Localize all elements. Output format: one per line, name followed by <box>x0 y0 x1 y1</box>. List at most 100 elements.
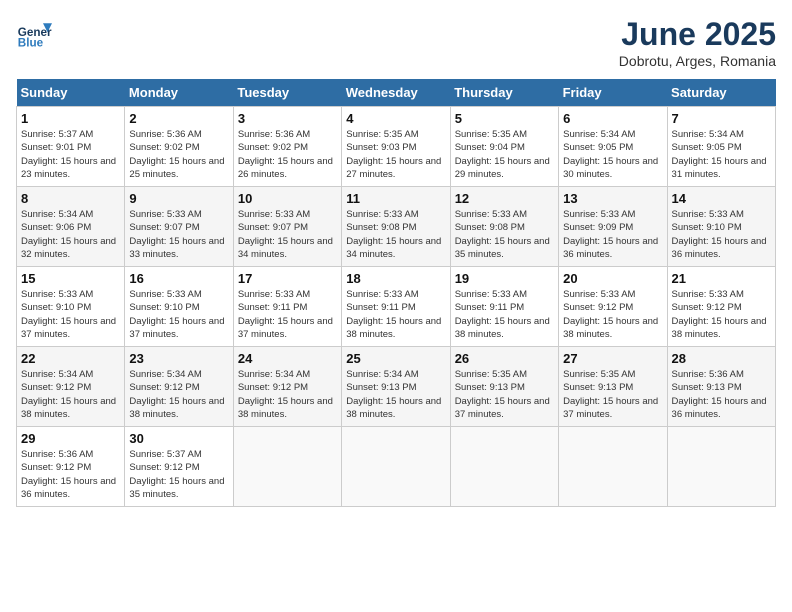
col-sunday: Sunday <box>17 79 125 107</box>
day-info: Sunrise: 5:34 AM Sunset: 9:12 PM Dayligh… <box>238 368 337 421</box>
day-info: Sunrise: 5:33 AM Sunset: 9:07 PM Dayligh… <box>238 208 337 261</box>
calendar-cell: 7 Sunrise: 5:34 AM Sunset: 9:05 PM Dayli… <box>667 107 775 187</box>
day-number: 26 <box>455 351 554 366</box>
calendar-week-row: 1 Sunrise: 5:37 AM Sunset: 9:01 PM Dayli… <box>17 107 776 187</box>
logo: General Blue <box>16 16 52 52</box>
calendar-subtitle: Dobrotu, Arges, Romania <box>619 53 776 69</box>
calendar-week-row: 29 Sunrise: 5:36 AM Sunset: 9:12 PM Dayl… <box>17 427 776 507</box>
day-number: 24 <box>238 351 337 366</box>
day-number: 2 <box>129 111 228 126</box>
calendar-week-row: 8 Sunrise: 5:34 AM Sunset: 9:06 PM Dayli… <box>17 187 776 267</box>
col-wednesday: Wednesday <box>342 79 450 107</box>
svg-text:Blue: Blue <box>18 37 44 50</box>
calendar-cell <box>233 427 341 507</box>
day-number: 12 <box>455 191 554 206</box>
logo-icon: General Blue <box>16 16 52 52</box>
calendar-cell: 28 Sunrise: 5:36 AM Sunset: 9:13 PM Dayl… <box>667 347 775 427</box>
day-info: Sunrise: 5:34 AM Sunset: 9:12 PM Dayligh… <box>129 368 228 421</box>
calendar-week-row: 22 Sunrise: 5:34 AM Sunset: 9:12 PM Dayl… <box>17 347 776 427</box>
day-info: Sunrise: 5:36 AM Sunset: 9:02 PM Dayligh… <box>238 128 337 181</box>
day-number: 15 <box>21 271 120 286</box>
day-info: Sunrise: 5:35 AM Sunset: 9:13 PM Dayligh… <box>563 368 662 421</box>
day-info: Sunrise: 5:33 AM Sunset: 9:09 PM Dayligh… <box>563 208 662 261</box>
day-number: 21 <box>672 271 771 286</box>
day-info: Sunrise: 5:34 AM Sunset: 9:12 PM Dayligh… <box>21 368 120 421</box>
calendar-cell: 3 Sunrise: 5:36 AM Sunset: 9:02 PM Dayli… <box>233 107 341 187</box>
day-info: Sunrise: 5:37 AM Sunset: 9:01 PM Dayligh… <box>21 128 120 181</box>
day-number: 20 <box>563 271 662 286</box>
day-number: 27 <box>563 351 662 366</box>
day-info: Sunrise: 5:33 AM Sunset: 9:10 PM Dayligh… <box>129 288 228 341</box>
calendar-cell: 24 Sunrise: 5:34 AM Sunset: 9:12 PM Dayl… <box>233 347 341 427</box>
day-info: Sunrise: 5:37 AM Sunset: 9:12 PM Dayligh… <box>129 448 228 501</box>
day-number: 11 <box>346 191 445 206</box>
calendar-header-row: Sunday Monday Tuesday Wednesday Thursday… <box>17 79 776 107</box>
calendar-cell: 11 Sunrise: 5:33 AM Sunset: 9:08 PM Dayl… <box>342 187 450 267</box>
calendar-cell: 26 Sunrise: 5:35 AM Sunset: 9:13 PM Dayl… <box>450 347 558 427</box>
col-friday: Friday <box>559 79 667 107</box>
col-tuesday: Tuesday <box>233 79 341 107</box>
calendar-cell: 19 Sunrise: 5:33 AM Sunset: 9:11 PM Dayl… <box>450 267 558 347</box>
day-number: 28 <box>672 351 771 366</box>
day-number: 19 <box>455 271 554 286</box>
day-info: Sunrise: 5:36 AM Sunset: 9:02 PM Dayligh… <box>129 128 228 181</box>
day-info: Sunrise: 5:34 AM Sunset: 9:06 PM Dayligh… <box>21 208 120 261</box>
day-number: 18 <box>346 271 445 286</box>
day-info: Sunrise: 5:36 AM Sunset: 9:12 PM Dayligh… <box>21 448 120 501</box>
day-info: Sunrise: 5:36 AM Sunset: 9:13 PM Dayligh… <box>672 368 771 421</box>
calendar-cell: 8 Sunrise: 5:34 AM Sunset: 9:06 PM Dayli… <box>17 187 125 267</box>
day-info: Sunrise: 5:33 AM Sunset: 9:11 PM Dayligh… <box>346 288 445 341</box>
day-info: Sunrise: 5:33 AM Sunset: 9:08 PM Dayligh… <box>455 208 554 261</box>
calendar-cell: 16 Sunrise: 5:33 AM Sunset: 9:10 PM Dayl… <box>125 267 233 347</box>
calendar-cell: 9 Sunrise: 5:33 AM Sunset: 9:07 PM Dayli… <box>125 187 233 267</box>
col-thursday: Thursday <box>450 79 558 107</box>
col-saturday: Saturday <box>667 79 775 107</box>
calendar-cell <box>559 427 667 507</box>
calendar-cell: 13 Sunrise: 5:33 AM Sunset: 9:09 PM Dayl… <box>559 187 667 267</box>
calendar-cell: 23 Sunrise: 5:34 AM Sunset: 9:12 PM Dayl… <box>125 347 233 427</box>
calendar-cell: 10 Sunrise: 5:33 AM Sunset: 9:07 PM Dayl… <box>233 187 341 267</box>
day-info: Sunrise: 5:33 AM Sunset: 9:10 PM Dayligh… <box>21 288 120 341</box>
calendar-cell: 18 Sunrise: 5:33 AM Sunset: 9:11 PM Dayl… <box>342 267 450 347</box>
day-number: 13 <box>563 191 662 206</box>
calendar-cell: 25 Sunrise: 5:34 AM Sunset: 9:13 PM Dayl… <box>342 347 450 427</box>
calendar-cell: 12 Sunrise: 5:33 AM Sunset: 9:08 PM Dayl… <box>450 187 558 267</box>
day-number: 9 <box>129 191 228 206</box>
day-info: Sunrise: 5:34 AM Sunset: 9:13 PM Dayligh… <box>346 368 445 421</box>
day-info: Sunrise: 5:33 AM Sunset: 9:11 PM Dayligh… <box>238 288 337 341</box>
calendar-cell <box>450 427 558 507</box>
day-info: Sunrise: 5:35 AM Sunset: 9:03 PM Dayligh… <box>346 128 445 181</box>
day-number: 14 <box>672 191 771 206</box>
day-number: 17 <box>238 271 337 286</box>
calendar-cell: 1 Sunrise: 5:37 AM Sunset: 9:01 PM Dayli… <box>17 107 125 187</box>
day-info: Sunrise: 5:33 AM Sunset: 9:11 PM Dayligh… <box>455 288 554 341</box>
calendar-cell: 29 Sunrise: 5:36 AM Sunset: 9:12 PM Dayl… <box>17 427 125 507</box>
day-info: Sunrise: 5:33 AM Sunset: 9:08 PM Dayligh… <box>346 208 445 261</box>
day-number: 3 <box>238 111 337 126</box>
day-info: Sunrise: 5:35 AM Sunset: 9:04 PM Dayligh… <box>455 128 554 181</box>
day-number: 5 <box>455 111 554 126</box>
day-number: 25 <box>346 351 445 366</box>
calendar-cell <box>342 427 450 507</box>
calendar-cell: 5 Sunrise: 5:35 AM Sunset: 9:04 PM Dayli… <box>450 107 558 187</box>
calendar-cell: 20 Sunrise: 5:33 AM Sunset: 9:12 PM Dayl… <box>559 267 667 347</box>
calendar-cell: 4 Sunrise: 5:35 AM Sunset: 9:03 PM Dayli… <box>342 107 450 187</box>
calendar-cell <box>667 427 775 507</box>
day-number: 30 <box>129 431 228 446</box>
day-info: Sunrise: 5:33 AM Sunset: 9:12 PM Dayligh… <box>563 288 662 341</box>
calendar-cell: 2 Sunrise: 5:36 AM Sunset: 9:02 PM Dayli… <box>125 107 233 187</box>
day-number: 8 <box>21 191 120 206</box>
day-info: Sunrise: 5:33 AM Sunset: 9:12 PM Dayligh… <box>672 288 771 341</box>
calendar-week-row: 15 Sunrise: 5:33 AM Sunset: 9:10 PM Dayl… <box>17 267 776 347</box>
calendar-cell: 17 Sunrise: 5:33 AM Sunset: 9:11 PM Dayl… <box>233 267 341 347</box>
day-number: 7 <box>672 111 771 126</box>
day-number: 10 <box>238 191 337 206</box>
calendar-cell: 6 Sunrise: 5:34 AM Sunset: 9:05 PM Dayli… <box>559 107 667 187</box>
day-number: 22 <box>21 351 120 366</box>
calendar-cell: 27 Sunrise: 5:35 AM Sunset: 9:13 PM Dayl… <box>559 347 667 427</box>
day-number: 16 <box>129 271 228 286</box>
day-info: Sunrise: 5:34 AM Sunset: 9:05 PM Dayligh… <box>672 128 771 181</box>
day-info: Sunrise: 5:33 AM Sunset: 9:07 PM Dayligh… <box>129 208 228 261</box>
calendar-table: Sunday Monday Tuesday Wednesday Thursday… <box>16 79 776 507</box>
calendar-cell: 21 Sunrise: 5:33 AM Sunset: 9:12 PM Dayl… <box>667 267 775 347</box>
